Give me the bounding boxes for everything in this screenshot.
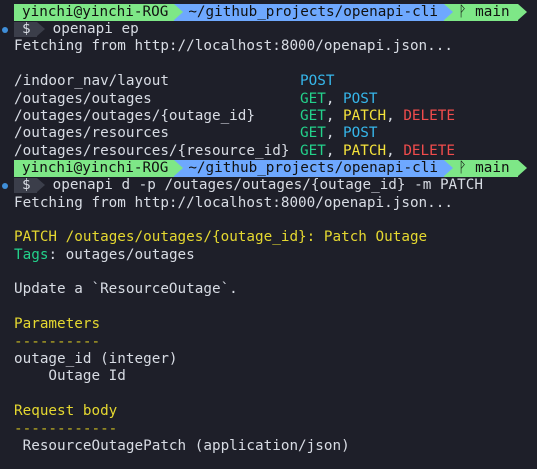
dollar-segment: $: [14, 177, 45, 194]
prompt-bar: yinchi@yinchi-ROG ~/github_projects/open…: [0, 160, 537, 178]
parameters-heading: Parameters: [14, 316, 101, 333]
endpoint-path: /outages/outages/{outage_id}: [14, 107, 256, 124]
description: Update a `ResourceOutage`.: [14, 281, 238, 298]
prompt-user-segment: yinchi@yinchi-ROG: [14, 4, 184, 21]
command-line: $ openapi d -p /outages/outages/{outage_…: [0, 177, 537, 194]
dollar-sign: $: [22, 177, 31, 194]
endpoint-summary: PATCH /outages/outages/{outage_id}: Patc…: [0, 229, 537, 246]
summary-text: /outages/outages/{outage_id}: Patch Outa…: [65, 229, 428, 246]
separator: ,: [325, 90, 344, 107]
command-status-dot: [2, 27, 8, 33]
terminal-window[interactable]: yinchi@yinchi-ROG ~/github_projects/open…: [0, 0, 537, 469]
command-line: $ openapi ep: [0, 21, 537, 38]
powerline-separator: [174, 4, 184, 20]
endpoint-path: /outages/resources/{resource_id}: [14, 142, 290, 159]
method-get: GET: [300, 142, 326, 159]
prompt-branch: main: [475, 160, 510, 177]
powerline-separator: [36, 178, 45, 193]
param-description: Outage Id: [14, 368, 126, 385]
powerline-separator: [443, 4, 453, 20]
fetch-output: Fetching from http://localhost:8000/open…: [14, 38, 453, 55]
endpoint-row: /indoor_nav/layout POST: [0, 73, 537, 90]
request-body-underline: ------------: [14, 420, 118, 437]
method-get: GET: [300, 107, 326, 124]
endpoint-row: /outages/resources GET, POST: [0, 125, 537, 142]
prompt-user: yinchi@yinchi-ROG: [22, 4, 169, 20]
command-text: openapi ep: [52, 21, 139, 37]
summary-method: PATCH: [14, 229, 58, 246]
powerline-separator: [443, 160, 453, 177]
prompt-git-segment: ᚹ main: [443, 160, 527, 178]
tags-value: : outages/outages: [48, 246, 195, 263]
powerline-separator: [517, 4, 527, 20]
powerline-separator: [36, 22, 45, 37]
dollar-sign: $: [22, 21, 31, 38]
dollar-segment: $: [14, 21, 45, 38]
endpoint-path: /indoor_nav/layout: [14, 73, 169, 90]
separator: ,: [386, 142, 404, 159]
method-patch: PATCH: [343, 107, 387, 124]
method-delete: DELETE: [403, 142, 455, 159]
prompt-bar: yinchi@yinchi-ROG ~/github_projects/open…: [0, 4, 537, 21]
command-status-dot: [2, 183, 8, 190]
method-patch: PATCH: [343, 142, 387, 159]
method-post: POST: [343, 125, 378, 142]
prompt-user: yinchi@yinchi-ROG: [22, 160, 169, 177]
endpoint-row: /outages/outages/{outage_id} GET, PATCH,…: [0, 108, 537, 125]
prompt-path-segment: ~/github_projects/openapi-cli: [174, 4, 453, 21]
prompt-path: ~/github_projects/openapi-cli: [188, 4, 438, 20]
method-get: GET: [300, 125, 326, 142]
prompt-branch: main: [475, 4, 510, 20]
method-get: GET: [300, 90, 326, 107]
separator: ,: [325, 125, 344, 142]
tags-line: Tags: outages/outages: [0, 247, 537, 264]
method-post: POST: [343, 90, 378, 107]
prompt-path-segment: ~/github_projects/openapi-cli: [174, 160, 453, 178]
param-line: outage_id (integer): [14, 351, 178, 368]
command-text: openapi d -p /outages/outages/{outage_id…: [52, 177, 483, 194]
powerline-separator: [517, 160, 527, 177]
request-body-schema: ResourceOutagePatch (application/json): [14, 437, 350, 454]
prompt-git-segment: ᚹ main: [443, 4, 527, 21]
endpoint-row: /outages/resources/{resource_id} GET, PA…: [0, 143, 537, 160]
powerline-separator: [174, 160, 184, 177]
method-delete: DELETE: [403, 107, 455, 124]
separator: ,: [325, 142, 344, 159]
separator: ,: [325, 107, 344, 124]
method-post: POST: [300, 73, 335, 90]
prompt-path: ~/github_projects/openapi-cli: [188, 160, 438, 177]
request-body-heading: Request body: [14, 403, 118, 420]
prompt-user-segment: yinchi@yinchi-ROG: [14, 160, 184, 178]
separator: ,: [386, 107, 404, 124]
parameters-underline: ----------: [14, 333, 101, 350]
endpoint-path: /outages/resources: [14, 125, 169, 142]
git-branch-icon: ᚹ: [457, 160, 467, 177]
git-branch-icon: ᚹ: [457, 4, 467, 20]
tags-label: Tags: [14, 246, 49, 263]
endpoint-path: /outages/outages: [14, 90, 152, 107]
endpoint-row: /outages/outages GET, POST: [0, 91, 537, 108]
fetch-output: Fetching from http://localhost:8000/open…: [14, 194, 453, 211]
